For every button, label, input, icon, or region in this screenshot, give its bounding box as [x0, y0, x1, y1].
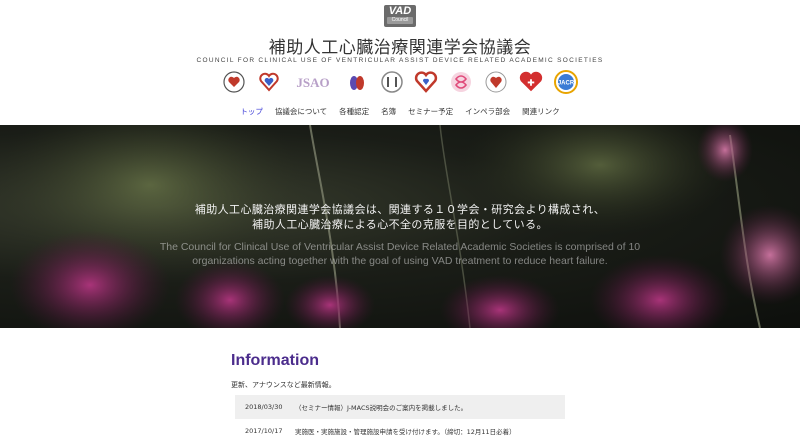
- heart-circle-logo[interactable]: [221, 69, 247, 95]
- hero-banner: 補助人工心臓治療関連学会協議会は、関連する１０学会・研究会より構成され、 補助人…: [0, 125, 800, 328]
- nav-item-seminars[interactable]: セミナー予定: [402, 106, 459, 117]
- heart-organ-logo[interactable]: [344, 69, 370, 95]
- jsao-logo[interactable]: JSAO: [291, 69, 335, 95]
- site-subtitle: COUNCIL FOR CLINICAL USE OF VENTRICULAR …: [196, 57, 604, 64]
- site-title: 補助人工心臓治療関連学会協議会: [268, 38, 532, 58]
- vad-council-logo[interactable]: VAD Council: [384, 5, 416, 27]
- information-description: 更新、アナウンスなど最新情報。: [231, 381, 336, 389]
- heart-cross-logo[interactable]: [518, 69, 544, 95]
- news-date: 2018/03/30: [245, 403, 283, 411]
- logo-badge-top: VAD: [388, 5, 412, 17]
- jacr-badge-logo[interactable]: JACR: [553, 69, 579, 95]
- pink-knot-logo[interactable]: [448, 69, 474, 95]
- nav-item-links[interactable]: 関連リンク: [516, 106, 566, 117]
- heart-outline-logo[interactable]: [256, 69, 282, 95]
- news-item[interactable]: 2018/03/30 （セミナー情報）J-MACS説明会のご案内を掲載しました。: [235, 395, 565, 419]
- cvs-circle-logo[interactable]: [379, 69, 405, 95]
- nav-item-about[interactable]: 協議会について: [269, 106, 333, 117]
- news-title[interactable]: 実施医・実施施設・管理施設申請を受け付けます。（締切：12月11日必着）: [295, 426, 565, 436]
- nav-item-impella[interactable]: インペラ部会: [459, 106, 516, 117]
- news-item[interactable]: 2017/10/17 実施医・実施施設・管理施設申請を受け付けます。（締切：12…: [235, 419, 565, 441]
- hero-jp-line1: 補助人工心臓治療関連学会協議会は、関連する１０学会・研究会より構成され、: [194, 203, 606, 216]
- news-list: 2018/03/30 （セミナー情報）J-MACS説明会のご案内を掲載しました。…: [235, 395, 565, 441]
- nav-item-top[interactable]: トップ: [234, 106, 269, 117]
- news-title[interactable]: （セミナー情報）J-MACS説明会のご案内を掲載しました。: [295, 402, 565, 412]
- heart-red-logo[interactable]: [413, 69, 439, 95]
- hero-text-english: The Council for Clinical Use of Ventricu…: [159, 241, 641, 267]
- jsao-logo-text: JSAO: [296, 75, 329, 90]
- hero-text-japanese: 補助人工心臓治療関連学会協議会は、関連する１０学会・研究会より構成され、 補助人…: [0, 202, 800, 232]
- hero-jp-line2: 補助人工心臓治療による心不全の克服を目的としている。: [252, 218, 548, 231]
- news-date: 2017/10/17: [245, 427, 283, 435]
- nav-item-roster[interactable]: 名簿: [375, 106, 402, 117]
- logo-badge-bottom: Council: [387, 17, 413, 24]
- main-nav: トップ 協議会について 各種認定 名簿 セミナー予定 インペラ部会 関連リンク: [0, 106, 800, 117]
- member-logos: JSAO JACR: [221, 68, 579, 96]
- red-seal-logo[interactable]: [483, 69, 509, 95]
- jacr-badge-text: JACR: [558, 81, 575, 87]
- nav-item-certifications[interactable]: 各種認定: [333, 106, 375, 117]
- information-heading: Information: [231, 352, 319, 369]
